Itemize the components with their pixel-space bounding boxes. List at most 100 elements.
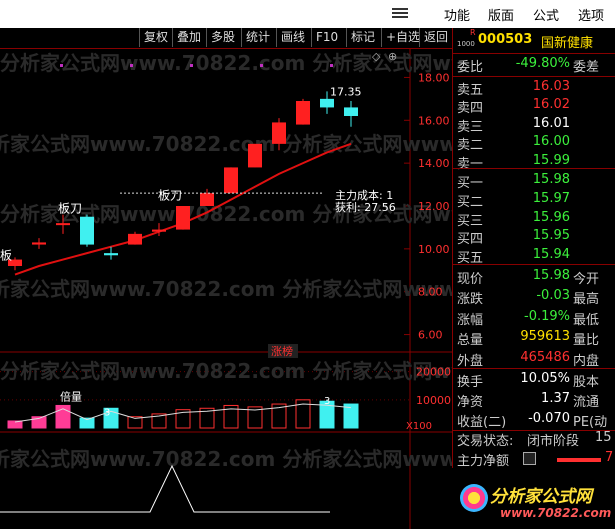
toolbar-statistics[interactable]: 统计 bbox=[241, 28, 274, 47]
vol-tick-label: 20000 bbox=[416, 366, 451, 379]
trade-status-row: 交易状态: 闭市阶段 15 bbox=[453, 428, 615, 450]
profit-label: 获利: 27.56 bbox=[335, 201, 396, 214]
toolbar-back[interactable]: 返回 bbox=[419, 28, 452, 47]
volume-bar bbox=[7, 420, 23, 429]
menu-item-function[interactable]: 功能 bbox=[444, 5, 470, 24]
code-prefix: R bbox=[470, 28, 476, 37]
candle-body bbox=[128, 233, 142, 245]
code-sub: 1000 bbox=[457, 40, 475, 48]
site-logo: 分析家公式网 www.70822.com bbox=[460, 482, 612, 526]
menu-bar: 功能 版面 公式 选项 bbox=[0, 0, 615, 28]
row-value: 15.94 bbox=[532, 247, 570, 263]
row-value: 16.00 bbox=[532, 134, 570, 150]
quotes-row: 外盘 465486 内盘 bbox=[453, 348, 615, 370]
status-extra: 15 bbox=[595, 430, 612, 445]
flower-icon bbox=[460, 484, 488, 512]
logo-url: www.70822.com bbox=[500, 506, 612, 520]
capital-row: 主力净额 7 bbox=[453, 448, 615, 470]
row-value: 15.97 bbox=[532, 190, 570, 206]
status-label: 交易状态: bbox=[457, 434, 514, 449]
board-label-left: 板 bbox=[0, 249, 12, 263]
vol-tag: 倍量 bbox=[60, 390, 82, 404]
ratio-label: 委比 bbox=[457, 60, 484, 75]
marker-dot bbox=[260, 64, 263, 67]
candle-body bbox=[176, 206, 190, 230]
watermark-text: 分析家公式网www.70822.com 分析家公式网www.70822.com bbox=[0, 447, 452, 471]
menu-item-options[interactable]: 选项 bbox=[578, 5, 604, 24]
row-value: 10.05% bbox=[520, 371, 570, 386]
candle-body bbox=[224, 167, 238, 194]
quotes-row: 现价 15.98 今开 bbox=[453, 266, 615, 288]
row-value: 1.37 bbox=[541, 391, 570, 406]
price-tick-label: 18.00 bbox=[418, 71, 450, 84]
price-tick-label: 10.00 bbox=[418, 243, 450, 256]
ratio-row: 委比 -49.80% 委差 bbox=[453, 54, 615, 76]
toolbar-add-favorite[interactable]: +自选 bbox=[381, 28, 424, 47]
fin-row: 净资 1.37 流通 bbox=[453, 389, 615, 411]
kline-chart[interactable]: 分析家公式网www.70822.com 分析家公式网www.70822.com 分… bbox=[0, 48, 452, 529]
row-label2: 流通 bbox=[573, 395, 600, 410]
row-label: 外盘 bbox=[457, 353, 484, 369]
candle-body bbox=[296, 101, 310, 125]
row-label2: 量比 bbox=[573, 333, 600, 349]
quote-panel: R 1000 000503 国新健康 委比 -49.80% 委差 卖五 16.03… bbox=[452, 28, 615, 470]
indicator-line bbox=[0, 464, 330, 513]
capital-bar bbox=[557, 458, 601, 462]
row-value: -0.070 bbox=[528, 411, 570, 426]
toolbar-multi-stock[interactable]: 多股 bbox=[206, 28, 239, 47]
high-price-label: 17.35 bbox=[330, 85, 362, 98]
row-label: 现价 bbox=[457, 272, 484, 287]
ratio-label2: 委差 bbox=[573, 60, 600, 75]
row-label2: 最高 bbox=[573, 292, 600, 308]
row-value: 16.01 bbox=[532, 115, 570, 131]
candle-body bbox=[104, 253, 118, 256]
stock-name: 国新健康 bbox=[541, 36, 594, 51]
quotes-row: 涨幅 -0.19% 最低 bbox=[453, 307, 615, 329]
candle-body bbox=[320, 98, 334, 108]
volume-series bbox=[7, 399, 359, 429]
row-label: 涨跌 bbox=[457, 292, 484, 308]
row-value: 15.96 bbox=[532, 209, 570, 225]
row-value: 16.02 bbox=[532, 97, 570, 113]
fin-row: 换手 10.05% 股本 bbox=[453, 369, 615, 391]
capital-icon[interactable] bbox=[523, 452, 536, 465]
marker-dot bbox=[190, 64, 193, 67]
stock-code: 000503 bbox=[478, 32, 533, 47]
toolbar-f10[interactable]: F10 bbox=[311, 28, 342, 47]
row-label: 换手 bbox=[457, 375, 484, 390]
row-label2: 最低 bbox=[573, 312, 600, 328]
toolbar-mark[interactable]: 标记 bbox=[346, 28, 379, 47]
indicator-polyline bbox=[0, 464, 330, 513]
toolbar-restore-rights[interactable]: 复权 bbox=[139, 28, 172, 47]
price-tick-label: 12.00 bbox=[418, 200, 450, 213]
vol-num-2: 3 bbox=[324, 396, 330, 407]
vol-num-1: 3 bbox=[104, 408, 110, 419]
marker-dot bbox=[330, 64, 333, 67]
vol-tick-label: 10000 bbox=[416, 394, 451, 407]
diamond-icon: ◇ bbox=[372, 50, 381, 63]
menu-item-layout[interactable]: 版面 bbox=[488, 5, 514, 24]
candle-body bbox=[344, 107, 358, 116]
candle-body bbox=[32, 242, 46, 245]
row-value: 15.95 bbox=[532, 228, 570, 244]
watermark-text: 分析家公式网www.70822.com 分析家公式网www.70822.com bbox=[0, 51, 452, 75]
vol-unit-label: X100 bbox=[406, 421, 432, 432]
watermark-text: 分析家公式网www.70822.com 分析家公式网www.70822.com bbox=[0, 277, 452, 301]
row-value: 15.99 bbox=[532, 152, 570, 168]
toolbar-overlay[interactable]: 叠加 bbox=[172, 28, 205, 47]
board-label-1: 板刀 bbox=[58, 201, 82, 215]
capital-label: 主力净额 bbox=[457, 454, 510, 469]
logo-text: 分析家公式网 bbox=[490, 487, 592, 507]
candle-body bbox=[56, 223, 70, 226]
row-label: 净资 bbox=[457, 395, 484, 410]
candle-body bbox=[152, 229, 166, 232]
price-tick-label: 16.00 bbox=[418, 114, 450, 127]
grip-icon[interactable] bbox=[392, 6, 408, 22]
row-value: -0.19% bbox=[524, 308, 570, 324]
stock-header: R 1000 000503 国新健康 bbox=[453, 28, 615, 52]
candle-body bbox=[80, 216, 94, 245]
toolbar-draw-line[interactable]: 画线 bbox=[276, 28, 309, 47]
row-label: 涨幅 bbox=[457, 312, 484, 328]
candle-series bbox=[8, 91, 358, 271]
menu-item-formula[interactable]: 公式 bbox=[533, 5, 559, 24]
